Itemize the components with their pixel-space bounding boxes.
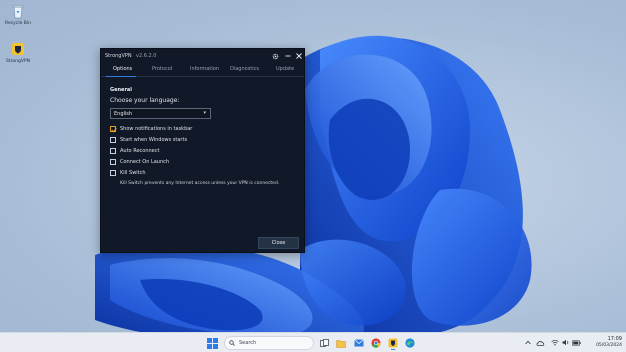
tray-network[interactable] bbox=[550, 338, 559, 347]
start-button[interactable] bbox=[205, 336, 219, 350]
desktop-icon-label: Recycle Bin bbox=[5, 21, 31, 26]
tab-bar: Options Protocol Information Diagnostics… bbox=[101, 63, 304, 77]
strongvpn-icon bbox=[12, 43, 24, 55]
clock-time: 17:09 bbox=[607, 336, 622, 342]
tray-battery[interactable] bbox=[572, 338, 581, 347]
desktop-icon-label: StrongVPN bbox=[6, 59, 30, 64]
title-bar[interactable]: StrongVPN v2.6.2.0 bbox=[101, 49, 304, 63]
running-indicator bbox=[391, 349, 395, 350]
chevron-down-icon: ▾ bbox=[203, 110, 206, 116]
app-title: StrongVPN bbox=[105, 53, 132, 59]
cloud-icon bbox=[536, 340, 545, 346]
folder-icon bbox=[336, 339, 346, 348]
recycle-bin-icon bbox=[12, 5, 24, 19]
windows-logo-icon bbox=[206, 337, 218, 349]
check-icon bbox=[111, 128, 117, 133]
tab-protocol[interactable]: Protocol bbox=[152, 66, 172, 72]
taskbar-chrome[interactable] bbox=[369, 336, 383, 350]
taskbar: Search 17:09 05/03/2024 bbox=[0, 332, 626, 352]
language-label: Choose your language: bbox=[110, 97, 180, 104]
option-auto-reconnect[interactable]: Auto Reconnect bbox=[110, 147, 159, 155]
option-start-with-windows[interactable]: Start when Windows starts bbox=[110, 136, 187, 144]
settings-button[interactable] bbox=[270, 51, 280, 61]
option-kill-switch[interactable]: Kill Switch bbox=[110, 169, 146, 177]
taskbar-strongvpn[interactable] bbox=[386, 336, 400, 350]
close-icon bbox=[296, 53, 302, 59]
tab-information[interactable]: Information bbox=[190, 66, 219, 72]
edge-icon bbox=[405, 338, 415, 348]
kill-switch-description: Kill Switch prevents any Internet access… bbox=[120, 181, 280, 186]
taskbar-clock[interactable]: 17:09 05/03/2024 bbox=[582, 336, 622, 348]
section-title: General bbox=[110, 87, 132, 93]
tab-options[interactable]: Options bbox=[113, 66, 132, 72]
checkbox[interactable] bbox=[110, 170, 116, 176]
taskbar-search[interactable]: Search bbox=[224, 336, 314, 350]
option-label: Connect On Launch bbox=[120, 159, 170, 165]
checkbox-checked[interactable] bbox=[110, 126, 117, 133]
desktop-icon-recycle-bin[interactable]: Recycle Bin bbox=[1, 3, 35, 26]
search-icon bbox=[229, 340, 235, 346]
option-connect-on-launch[interactable]: Connect On Launch bbox=[110, 158, 169, 166]
strongvpn-window: StrongVPN v2.6.2.0 Options Protocol Info… bbox=[100, 48, 305, 253]
minimize-button[interactable] bbox=[283, 51, 293, 61]
tab-diagnostics[interactable]: Diagnostics bbox=[230, 66, 259, 72]
window-close-button[interactable] bbox=[294, 51, 304, 61]
option-show-notifications[interactable]: Show notifications in taskbar bbox=[110, 125, 192, 133]
active-tab-indicator bbox=[106, 76, 136, 77]
taskbar-mail[interactable] bbox=[352, 336, 366, 350]
wallpaper-bloom bbox=[95, 35, 532, 347]
desktop-icon-strongvpn[interactable]: StrongVPN bbox=[1, 41, 35, 64]
option-label: Kill Switch bbox=[120, 170, 146, 176]
language-select[interactable]: English ▾ bbox=[110, 108, 211, 119]
language-value: English bbox=[114, 110, 133, 117]
wifi-icon bbox=[550, 339, 559, 346]
option-label: Show notifications in taskbar bbox=[120, 126, 193, 132]
tray-chevron-up[interactable] bbox=[523, 338, 532, 347]
close-button[interactable]: Close bbox=[258, 237, 299, 249]
app-version: v2.6.2.0 bbox=[136, 53, 157, 59]
checkbox[interactable] bbox=[110, 137, 116, 143]
gear-icon bbox=[272, 53, 278, 59]
task-view-icon bbox=[319, 338, 329, 347]
checkbox[interactable] bbox=[110, 159, 116, 165]
checkbox[interactable] bbox=[110, 148, 116, 154]
taskbar-edge[interactable] bbox=[403, 336, 417, 350]
tab-update[interactable]: Update bbox=[276, 66, 294, 72]
tray-volume[interactable] bbox=[561, 338, 570, 347]
chevron-up-icon bbox=[524, 340, 531, 345]
minimize-icon bbox=[285, 55, 291, 57]
option-label: Auto Reconnect bbox=[120, 148, 160, 154]
strongvpn-icon bbox=[388, 338, 398, 348]
search-placeholder: Search bbox=[239, 340, 257, 346]
speaker-icon bbox=[562, 339, 568, 346]
taskbar-task-view[interactable] bbox=[317, 336, 331, 350]
mail-icon bbox=[354, 339, 364, 347]
clock-date: 05/03/2024 bbox=[596, 343, 622, 348]
taskbar-file-explorer[interactable] bbox=[334, 336, 348, 350]
chrome-icon bbox=[371, 338, 381, 348]
battery-icon bbox=[572, 340, 581, 346]
tray-onedrive[interactable] bbox=[536, 338, 545, 347]
option-label: Start when Windows starts bbox=[120, 137, 188, 143]
